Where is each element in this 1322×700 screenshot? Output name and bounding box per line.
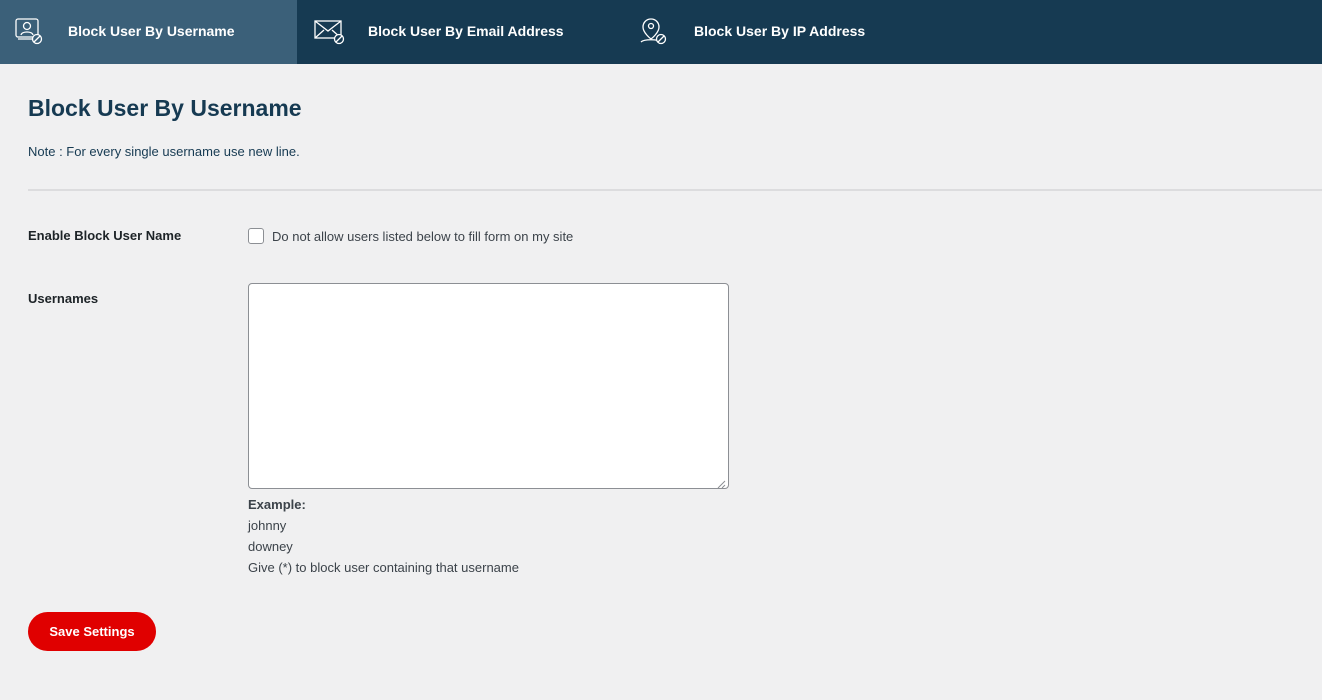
divider: [28, 189, 1322, 191]
location-block-icon: [638, 16, 670, 46]
example-line: downey: [248, 539, 293, 554]
enable-block-label: Enable Block User Name: [28, 228, 182, 243]
tab-block-by-username[interactable]: Block User By Username: [0, 0, 297, 64]
resize-grip-icon[interactable]: [716, 476, 726, 489]
example-line: johnny: [248, 518, 287, 533]
save-settings-button[interactable]: Save Settings: [28, 612, 156, 651]
example-line: Give (*) to block user containing that u…: [248, 560, 519, 575]
usernames-label: Usernames: [28, 291, 99, 306]
user-block-icon: [13, 16, 45, 46]
tab-label: Block User By Username: [68, 23, 235, 39]
example-heading: Example:: [248, 497, 306, 512]
enable-block-checkbox-text[interactable]: Do not allow users listed below to fill …: [272, 229, 573, 244]
tab-block-by-email[interactable]: Block User By Email Address: [297, 0, 607, 64]
page-note: Note : For every single username use new…: [28, 144, 300, 159]
usernames-textarea[interactable]: [248, 283, 729, 489]
tab-label: Block User By IP Address: [694, 23, 866, 39]
enable-block-checkbox[interactable]: [248, 228, 264, 244]
email-block-icon: [313, 16, 345, 46]
tab-label: Block User By Email Address: [368, 23, 564, 39]
tab-bar: Block User By Username Block User By Ema…: [0, 0, 1322, 64]
page-title: Block User By Username: [28, 95, 302, 121]
tab-block-by-ip[interactable]: Block User By IP Address: [607, 0, 907, 64]
